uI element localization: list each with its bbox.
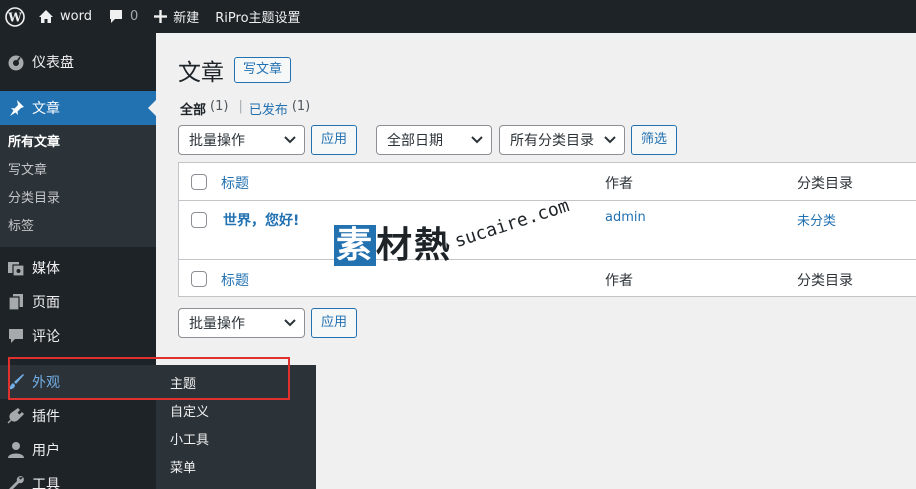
post-author-link[interactable]: admin <box>605 210 646 225</box>
page-title: 文章 <box>178 60 224 86</box>
bulk-action-value: 批量操作 <box>189 133 245 149</box>
bulk-action-value-bottom: 批量操作 <box>189 316 245 332</box>
sidebar-label-pages: 页面 <box>32 295 60 311</box>
site-name: word <box>60 9 92 24</box>
sidebar-label-tools: 工具 <box>32 477 60 489</box>
table-row: 世界，您好! admin 未分类 <box>179 201 916 260</box>
bulk-action-select-top[interactable]: 批量操作 <box>178 125 305 155</box>
comment-bubble-icon <box>109 10 122 23</box>
chevron-down-icon <box>604 136 616 144</box>
svg-text:W: W <box>7 10 22 24</box>
ripro-settings-link[interactable]: RiPro主题设置 <box>207 0 308 33</box>
filter-all-link[interactable]: 全部 <box>180 99 206 118</box>
table-footer-row: 标题 作者 分类目录 <box>179 260 916 297</box>
page-header: 文章 写文章 <box>178 53 292 87</box>
new-label: 新建 <box>173 11 200 26</box>
submenu-categories[interactable]: 分类目录 <box>0 185 156 213</box>
plugin-icon <box>4 407 28 425</box>
posts-submenu: 所有文章 写文章 分类目录 标签 <box>0 125 156 247</box>
posts-table: 标题 作者 分类目录 世界，您好! admin 未分类 标题 作者 分类目录 <box>178 162 916 297</box>
column-title-header[interactable]: 标题 <box>221 173 249 193</box>
sidebar-label-plugins: 插件 <box>32 409 60 425</box>
dashboard-icon <box>4 53 28 71</box>
date-filter-value: 全部日期 <box>387 133 443 149</box>
chevron-down-icon <box>471 136 483 144</box>
submenu-tags[interactable]: 标签 <box>0 213 156 241</box>
sidebar-label-comments: 评论 <box>32 329 60 345</box>
bulk-action-select-bottom[interactable]: 批量操作 <box>178 308 305 338</box>
pages-icon <box>4 293 28 311</box>
ripro-settings-label: RiPro主题设置 <box>215 11 301 26</box>
post-title-link[interactable]: 世界，您好! <box>223 210 299 230</box>
comment-count: 0 <box>129 9 139 24</box>
column-category-footer: 分类目录 <box>797 273 853 289</box>
new-content-link[interactable]: 新建 <box>146 0 207 33</box>
sidebar-item-comments[interactable]: 评论 <box>0 319 156 353</box>
plus-icon <box>154 10 168 23</box>
sidebar-item-posts[interactable]: 文章 <box>0 91 156 125</box>
sidebar-item-tools[interactable]: 工具 <box>0 467 156 489</box>
column-author-footer: 作者 <box>605 273 633 289</box>
category-filter-select[interactable]: 所有分类目录 <box>499 125 625 155</box>
admin-sidebar: 仪表盘 文章 所有文章 写文章 分类目录 标签 媒体 页面 评论 外观 插件 用… <box>0 33 156 489</box>
submenu-all-posts[interactable]: 所有文章 <box>0 129 156 157</box>
category-filter-value: 所有分类目录 <box>510 133 594 149</box>
wrench-icon <box>4 475 28 489</box>
sidebar-label-media: 媒体 <box>32 261 60 277</box>
wordpress-logo-icon[interactable]: W <box>0 0 30 33</box>
sidebar-item-media[interactable]: 媒体 <box>0 251 156 285</box>
paintbrush-icon <box>4 373 28 391</box>
filter-button[interactable]: 筛选 <box>631 125 678 155</box>
column-category-header: 分类目录 <box>797 176 853 192</box>
table-header-row: 标题 作者 分类目录 <box>179 163 916 201</box>
sidebar-item-pages[interactable]: 页面 <box>0 285 156 319</box>
column-author-header: 作者 <box>605 176 633 192</box>
sidebar-label-dashboard: 仪表盘 <box>32 55 74 71</box>
filter-published-count: (1) <box>291 99 311 114</box>
sidebar-label-users: 用户 <box>32 443 60 459</box>
user-icon <box>4 441 28 459</box>
date-filter-select[interactable]: 全部日期 <box>376 125 492 155</box>
admin-bar: W word 0 新建 RiPro主题设置 <box>0 0 916 33</box>
site-home-link[interactable]: word <box>30 0 100 33</box>
sidebar-label-posts: 文章 <box>32 101 60 117</box>
sidebar-item-plugins[interactable]: 插件 <box>0 399 156 433</box>
column-title-footer[interactable]: 标题 <box>221 270 249 290</box>
select-all-checkbox[interactable] <box>191 174 207 190</box>
chevron-down-icon <box>284 136 296 144</box>
main-content: 文章 写文章 全部 (1) | 已发布 (1) 批量操作 应用 全部日期 所有分… <box>156 33 916 489</box>
pushpin-icon <box>4 99 28 117</box>
sidebar-item-dashboard[interactable]: 仪表盘 <box>0 33 156 91</box>
chevron-down-icon <box>284 319 296 327</box>
status-filter-links: 全部 (1) | 已发布 (1) <box>180 99 310 118</box>
filter-published-link[interactable]: 已发布 <box>249 99 288 118</box>
sidebar-item-appearance[interactable]: 外观 <box>0 365 156 399</box>
media-icon <box>4 259 28 277</box>
select-all-checkbox-bottom[interactable] <box>191 271 207 287</box>
apply-button-bottom[interactable]: 应用 <box>311 308 358 338</box>
sidebar-label-appearance: 外观 <box>32 375 60 391</box>
filter-separator: | <box>238 99 243 114</box>
comments-link[interactable]: 0 <box>100 0 146 33</box>
post-category-link[interactable]: 未分类 <box>797 210 836 229</box>
home-icon <box>39 10 53 23</box>
sidebar-item-users[interactable]: 用户 <box>0 433 156 467</box>
comments-icon <box>4 327 28 345</box>
row-checkbox[interactable] <box>191 212 207 228</box>
filter-all-count: (1) <box>210 99 229 114</box>
apply-button-top[interactable]: 应用 <box>311 125 358 155</box>
add-new-post-button[interactable]: 写文章 <box>234 57 292 83</box>
submenu-add-post[interactable]: 写文章 <box>0 157 156 185</box>
